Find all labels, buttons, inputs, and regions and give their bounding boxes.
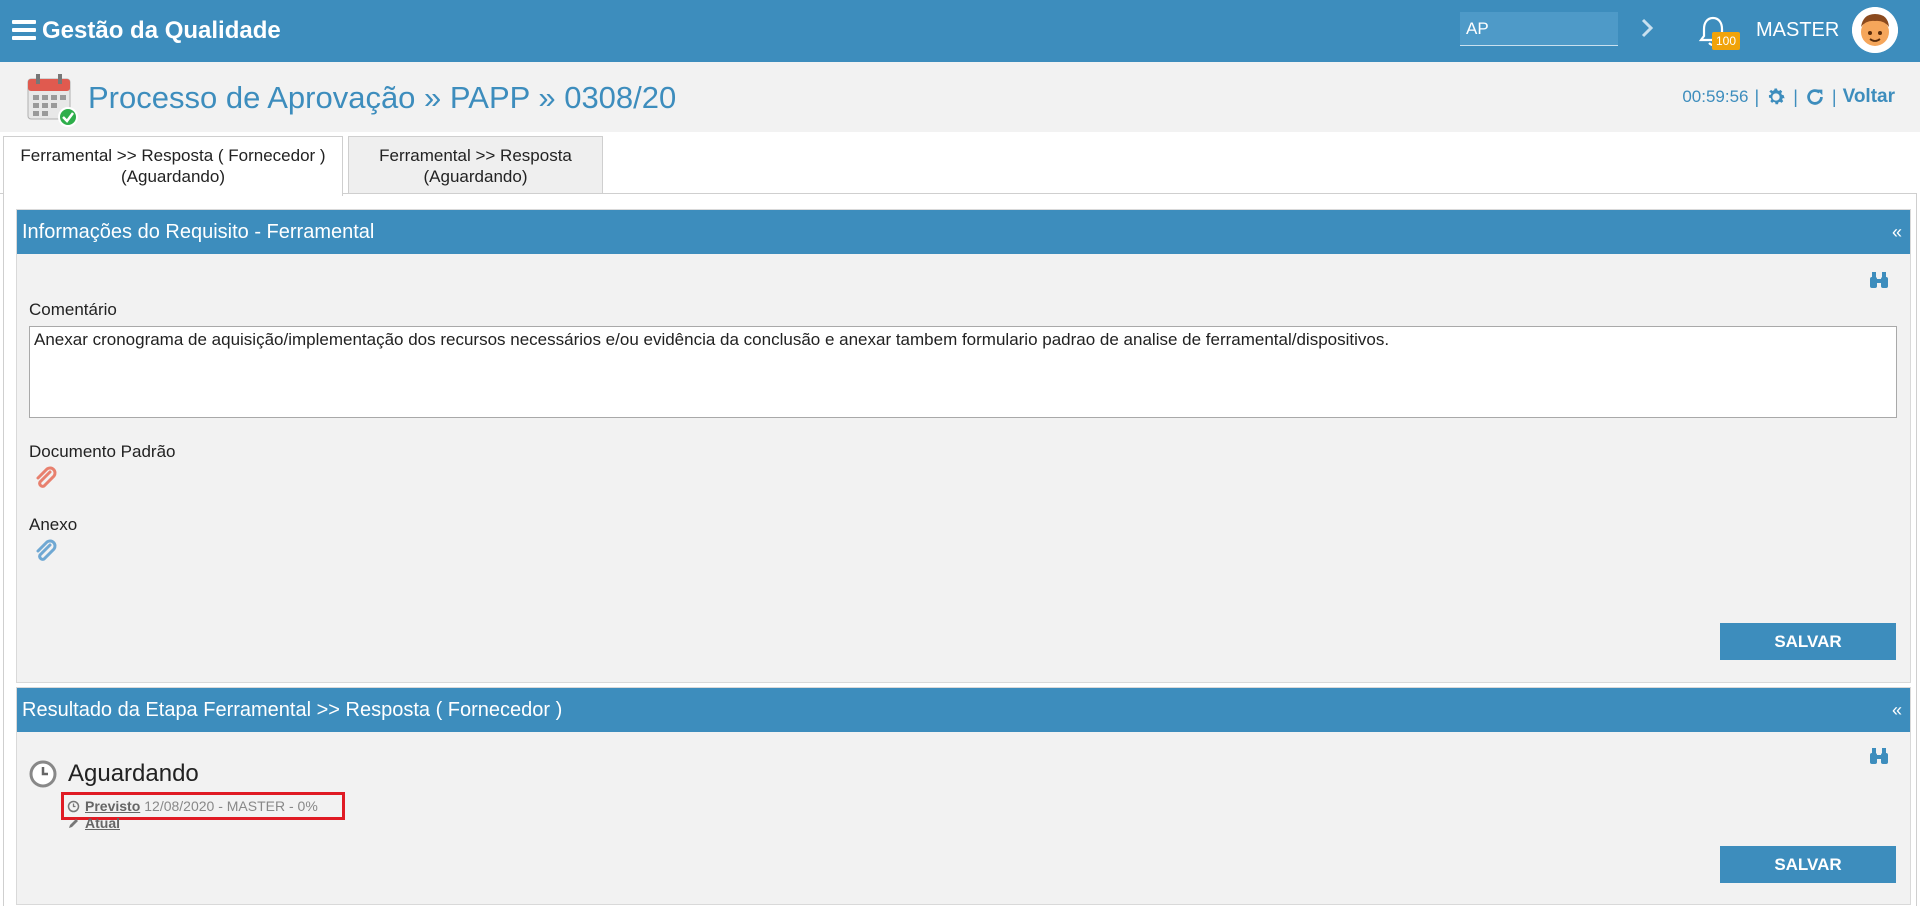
app-window: Gestão da Qualidade 100 MASTER [0,0,1920,906]
clock-icon [29,760,57,788]
current-line: Atual [67,815,124,831]
panel-title: Resultado da Etapa Ferramental >> Respos… [22,699,563,721]
page-header: Processo de Aprovação » PAPP » 0308/20 0… [0,62,1920,132]
gear-icon[interactable] [1765,86,1787,108]
avatar[interactable] [1852,7,1898,53]
standard-document-label: Documento Padrão [29,442,176,461]
avatar-icon [1852,7,1898,53]
tab-response[interactable]: Ferramental >> Resposta (Aguardando) [348,136,603,194]
binoculars-icon[interactable] [1868,746,1890,766]
panel-header: Resultado da Etapa Ferramental >> Respos… [17,688,1910,732]
clock-icon [67,800,80,812]
back-link[interactable]: Voltar [1843,86,1895,108]
current-link[interactable]: Atual [85,815,120,831]
top-bar: Gestão da Qualidade 100 MASTER [0,0,1920,62]
page-title: Processo de Aprovação » PAPP » 0308/20 [88,80,677,115]
collapse-icon[interactable]: « [1892,210,1902,254]
status-text: Aguardando [68,760,199,787]
comment-textarea[interactable]: Anexar cronograma de aquisição/implement… [29,326,1897,418]
chevron-right-icon[interactable] [1636,14,1660,42]
collapse-icon[interactable]: « [1892,688,1902,732]
tab-supplier-response[interactable]: Ferramental >> Resposta ( Fornecedor ) (… [3,136,343,196]
stage-result-panel: Resultado da Etapa Ferramental >> Respos… [16,687,1911,905]
separator: | [1831,86,1837,107]
planned-link[interactable]: Previsto [85,798,140,814]
binoculars-icon[interactable] [1868,270,1890,290]
panel-header: Informações do Requisito - Ferramental « [17,210,1910,254]
calendar-check-icon [27,74,78,127]
separator: | [1793,86,1798,107]
tab-bar: Ferramental >> Resposta ( Fornecedor ) (… [0,132,1920,196]
pencil-icon [69,818,78,828]
paperclip-icon[interactable] [33,539,59,565]
panel-title: Informações do Requisito - Ferramental [22,221,375,243]
attachment-label: Anexo [29,515,78,534]
paperclip-icon[interactable] [33,466,59,492]
save-button[interactable]: SALVAR [1720,623,1896,660]
session-timer: 00:59:56 [1682,87,1749,106]
hamburger-menu-icon[interactable] [12,20,36,40]
planned-line: Previsto 12/08/2020 - MASTER - 0% [67,798,318,814]
header-actions: 00:59:56 | | | Voltar [1682,86,1895,108]
separator: | [1754,86,1760,107]
requirement-info-panel: Informações do Requisito - Ferramental «… [16,209,1911,683]
search-input[interactable] [1460,12,1618,46]
planned-detail: 12/08/2020 - MASTER - 0% [144,798,318,814]
user-name[interactable]: MASTER [1756,19,1839,42]
notification-badge: 100 [1712,32,1741,50]
app-title: Gestão da Qualidade [42,17,281,44]
tab-content: Informações do Requisito - Ferramental «… [3,193,1917,906]
refresh-icon[interactable] [1804,86,1826,108]
save-button[interactable]: SALVAR [1720,846,1896,883]
comment-label: Comentário [29,300,117,319]
